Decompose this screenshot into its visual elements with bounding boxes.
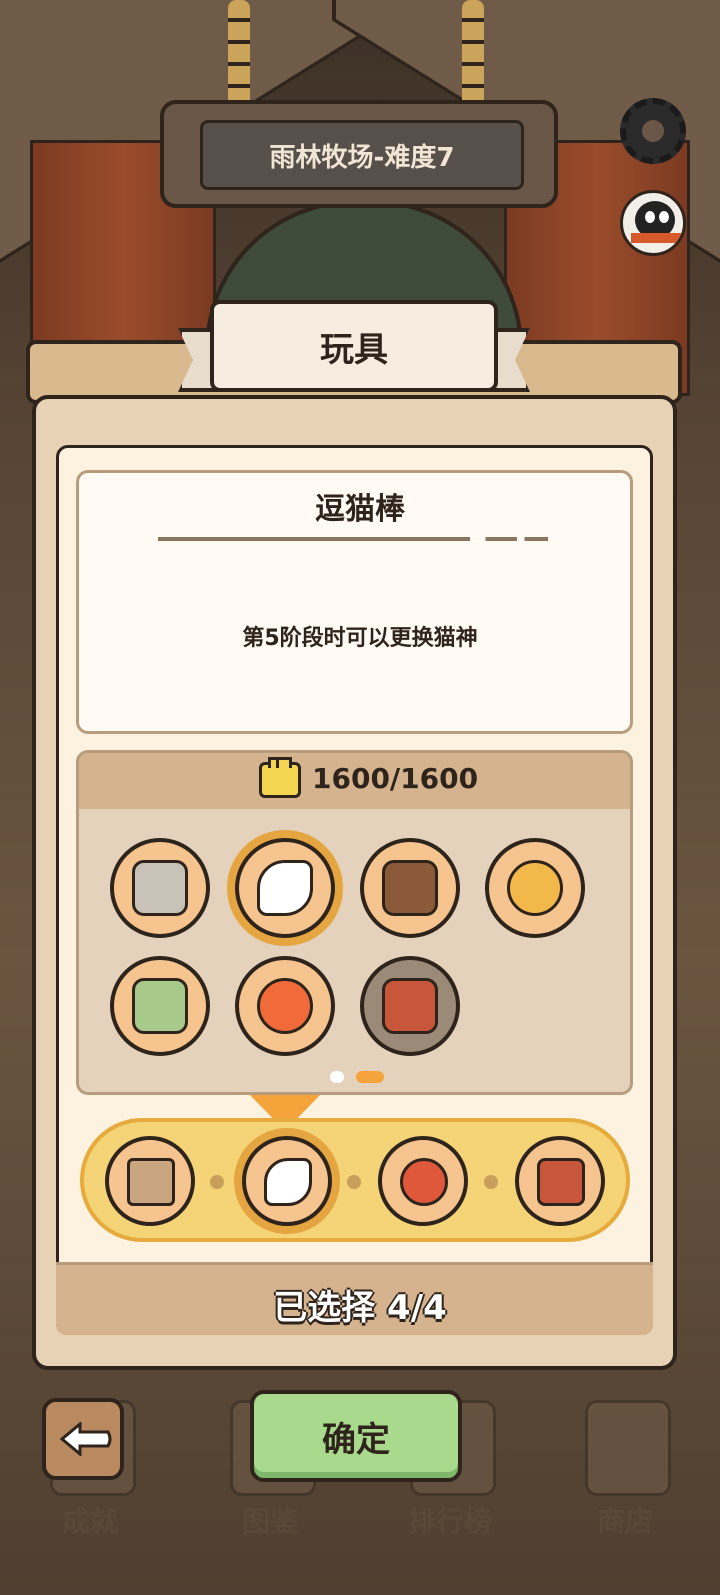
- slot-connector: [347, 1175, 361, 1189]
- shop-icon: [585, 1400, 671, 1496]
- goldfish-toy-icon: [257, 978, 313, 1034]
- back-arrow-icon: [60, 1422, 112, 1456]
- penguin-avatar[interactable]: [620, 190, 686, 256]
- confirm-button[interactable]: 确定: [250, 1390, 462, 1482]
- toy-colorful-ring[interactable]: [485, 838, 585, 938]
- slot-4[interactable]: [515, 1136, 605, 1226]
- avatar-scarf: [631, 233, 681, 243]
- cardboard-box-icon: [127, 1158, 175, 1206]
- cat-teaser-wand-icon: [257, 860, 313, 916]
- cat-food-jar-icon: [132, 860, 188, 916]
- toy-cat-food-jar[interactable]: [110, 838, 210, 938]
- currency-icon: [259, 757, 301, 798]
- bear-puppet-icon: [382, 860, 438, 916]
- toy-cattail-plant[interactable]: [110, 956, 210, 1056]
- level-sign: 雨林牧场-难度7: [160, 100, 558, 208]
- toy-bear-puppet[interactable]: [360, 838, 460, 938]
- slot-2[interactable]: [242, 1136, 332, 1226]
- slot-3[interactable]: [378, 1136, 468, 1226]
- settings-gear-icon[interactable]: [620, 98, 686, 164]
- avatar-eye-right: [659, 211, 669, 223]
- nav-shop-label: 商店: [596, 1505, 653, 1538]
- electric-shaver-icon: [537, 1158, 585, 1206]
- cat-teaser-wand-icon: [264, 1158, 312, 1206]
- level-title: 雨林牧场-难度7: [200, 120, 524, 190]
- slot-connector: [210, 1175, 224, 1189]
- electric-shaver-icon: [382, 978, 438, 1034]
- slot-1[interactable]: [105, 1136, 195, 1226]
- panel-title: 玩具: [210, 300, 498, 392]
- slot-connector: [484, 1175, 498, 1189]
- title-divider: [158, 537, 548, 541]
- nav-shop[interactable]: 商店: [550, 1380, 700, 1540]
- nav-achievements-label: 成就: [61, 1505, 118, 1538]
- back-button[interactable]: [42, 1398, 124, 1480]
- page-dot-1[interactable]: [330, 1071, 344, 1083]
- toy-cat-teaser-wand[interactable]: [235, 838, 335, 938]
- toy-electric-shaver[interactable]: [360, 956, 460, 1056]
- cattail-plant-icon: [132, 978, 188, 1034]
- selected-count: 已选择 4/4: [273, 1288, 447, 1328]
- currency-value: 1600/1600: [312, 762, 479, 795]
- nav-collection-label: 图鉴: [241, 1505, 298, 1538]
- item-description: 第5阶段时可以更换猫神: [242, 626, 478, 651]
- colorful-ring-toy-icon: [507, 860, 563, 916]
- daruma-cat-icon: [400, 1158, 448, 1206]
- avatar-eye-left: [645, 211, 655, 223]
- page-dot-2[interactable]: [356, 1071, 384, 1083]
- toy-goldfish[interactable]: [235, 956, 335, 1056]
- item-name: 逗猫棒: [315, 492, 405, 527]
- nav-leaderboard-label: 排行榜: [407, 1505, 492, 1538]
